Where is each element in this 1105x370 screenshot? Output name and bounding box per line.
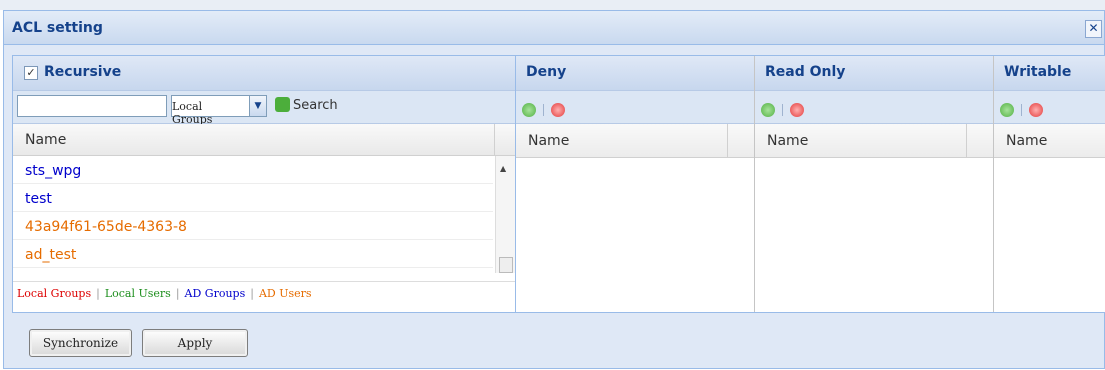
deny-title: Deny xyxy=(526,64,567,80)
permission-panels: Deny Name Read Only Name Writable Name xyxy=(516,56,1105,312)
chevron-down-icon[interactable]: ▼ xyxy=(249,96,266,116)
deny-header: Deny xyxy=(516,56,754,91)
list-item[interactable]: sts_wpg xyxy=(13,156,493,184)
writable-panel: Writable Name xyxy=(994,56,1105,312)
search-toolbar: Local Groups ▼ Search xyxy=(13,91,515,126)
writable-name-column-header[interactable]: Name xyxy=(994,124,1105,158)
remove-icon[interactable] xyxy=(551,102,565,117)
add-icon[interactable] xyxy=(522,102,536,117)
list-item[interactable]: ad_test xyxy=(13,240,493,268)
name-column-label: Name xyxy=(25,132,67,148)
type-legend: Local Groups | Local Users | AD Groups | AD Us… xyxy=(13,281,515,312)
list-scrollbar[interactable]: ▲ xyxy=(495,156,515,273)
group-type-select-value: Local Groups xyxy=(172,100,213,126)
read-only-name-column-label: Name xyxy=(767,133,809,149)
column-divider xyxy=(494,124,495,155)
add-icon[interactable] xyxy=(1000,102,1014,117)
background-page-strip xyxy=(0,0,1105,10)
deny-name-column-label: Name xyxy=(528,133,570,149)
legend-ad-users: AD Users xyxy=(258,287,312,300)
scroll-down-button[interactable] xyxy=(499,257,513,273)
name-column-header[interactable]: Name xyxy=(13,124,515,156)
deny-name-column-header[interactable]: Name xyxy=(516,124,754,158)
legend-local-users: Local Users xyxy=(104,287,171,300)
group-type-select[interactable]: Local Groups ▼ xyxy=(171,95,267,126)
apply-button[interactable]: Apply xyxy=(142,329,248,357)
add-icon[interactable] xyxy=(761,102,775,117)
recursive-label: Recursive xyxy=(44,64,122,80)
search-input[interactable] xyxy=(17,95,167,117)
writable-toolbar xyxy=(994,91,1105,124)
list-item[interactable]: test xyxy=(13,184,493,212)
deny-toolbar xyxy=(516,91,754,124)
acl-setting-dialog: ACL setting ✕ ✓ Recursive Local Groups ▼… xyxy=(3,10,1105,369)
synchronize-button[interactable]: Synchronize xyxy=(29,329,132,357)
recursive-header: ✓ Recursive xyxy=(13,56,515,91)
puzzle-search-icon xyxy=(275,97,290,112)
deny-panel: Deny Name xyxy=(516,56,755,312)
writable-name-column-label: Name xyxy=(1006,133,1048,149)
remove-icon[interactable] xyxy=(1029,102,1043,117)
legend-local-groups: Local Groups xyxy=(17,287,92,300)
read-only-header: Read Only xyxy=(755,56,993,91)
writable-header: Writable xyxy=(994,56,1105,91)
search-button[interactable]: Search xyxy=(275,97,338,113)
dialog-footer: Synchronize Apply xyxy=(4,321,1104,370)
remove-icon[interactable] xyxy=(790,102,804,117)
column-divider xyxy=(727,124,728,157)
read-only-panel: Read Only Name xyxy=(755,56,994,312)
dialog-title: ACL setting xyxy=(12,20,103,36)
writable-title: Writable xyxy=(1004,64,1072,80)
read-only-toolbar xyxy=(755,91,993,124)
read-only-name-column-header[interactable]: Name xyxy=(755,124,993,158)
column-divider xyxy=(966,124,967,157)
legend-ad-groups: AD Groups xyxy=(184,287,246,300)
dialog-titlebar: ACL setting ✕ xyxy=(4,11,1104,45)
recursive-checkbox[interactable]: ✓ xyxy=(24,66,38,80)
search-button-label: Search xyxy=(293,98,338,113)
read-only-title: Read Only xyxy=(765,64,846,80)
scroll-up-icon[interactable]: ▲ xyxy=(500,164,506,173)
user-group-panel: ✓ Recursive Local Groups ▼ Search Name s… xyxy=(13,56,516,312)
list-item[interactable]: 43a94f61-65de-4363-8 xyxy=(13,212,493,240)
close-icon[interactable]: ✕ xyxy=(1085,20,1102,38)
acl-content-panel: ✓ Recursive Local Groups ▼ Search Name s… xyxy=(12,55,1105,313)
user-group-list: sts_wpg test 43a94f61-65de-4363-8 ad_tes… xyxy=(13,156,493,268)
